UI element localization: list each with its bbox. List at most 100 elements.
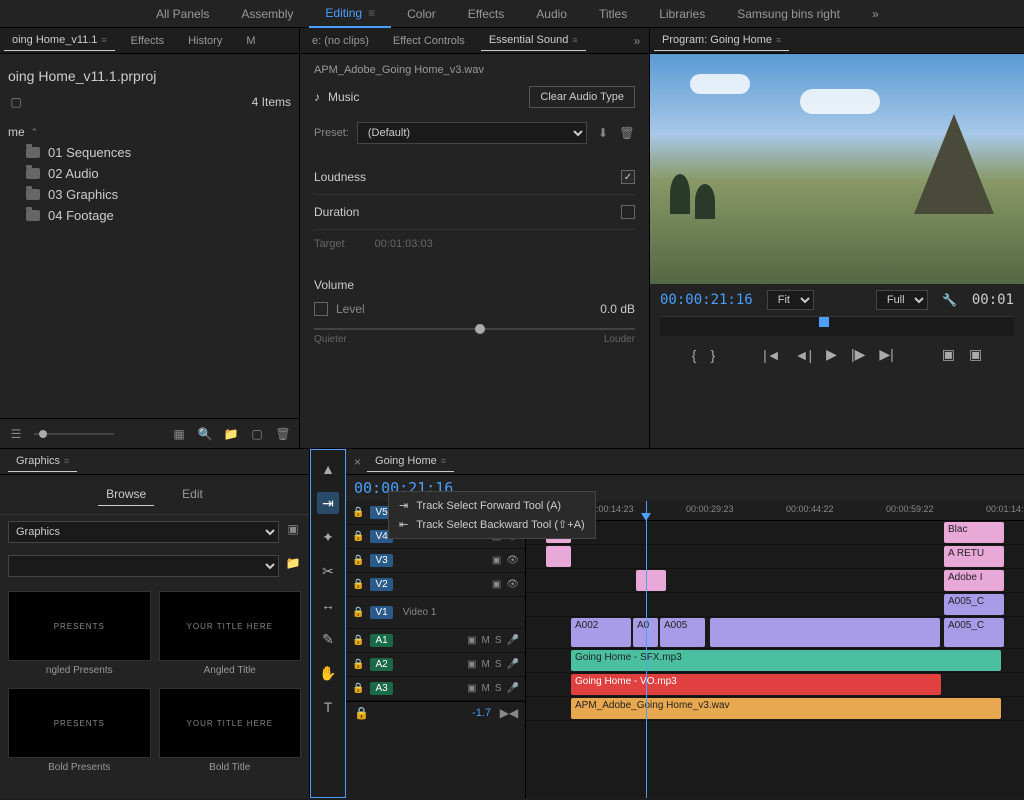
timeline-content[interactable]: 00:00:14:23 00:00:29:23 00:00:44:22 00:0… [526,501,1024,798]
track-a2[interactable]: 🔒A2▣MS🎤 [346,653,525,677]
tab-more[interactable]: M [238,31,263,51]
add-folder-icon[interactable]: 📁 [285,555,301,571]
zoom-fit-select[interactable]: Fit [767,290,814,310]
template-angled-title[interactable]: YOUR TITLE HERE Angled Title [159,591,302,680]
razor-tool[interactable]: ✂ [317,560,339,582]
clip-a1[interactable]: Going Home - SFX.mp3 [571,650,1001,671]
track-select-forward[interactable]: ⇥Track Select Forward Tool (A) [389,496,595,515]
hand-tool[interactable]: ✋ [317,662,339,684]
template-angled-presents[interactable]: PRESENTS ngled Presents [8,591,151,680]
thumbnail-size-slider[interactable] [34,433,114,435]
clip-v1c[interactable]: A005 [660,618,705,647]
graphics-filter-select[interactable]: Graphics [8,521,279,543]
collapse-icon[interactable]: ⌃ [31,127,39,138]
volume-slider[interactable] [314,328,635,330]
toggle-output-icon[interactable]: ▣ [492,555,501,566]
eye-icon[interactable]: 👁 [506,555,519,566]
track-v3[interactable]: 🔒V3▣👁 [346,549,525,573]
lock-icon[interactable]: 🔒 [352,607,364,618]
sync-folder-icon[interactable]: ▣ [285,521,301,537]
go-to-in-icon[interactable]: |◄ [763,347,781,363]
tab-effect-controls[interactable]: Effect Controls [385,31,473,51]
clip-v3a[interactable] [636,570,666,591]
bin-audio[interactable]: 02 Audio [8,163,291,184]
tab-essential-sound[interactable]: Essential Sound≡ [481,30,586,51]
clip-a3[interactable]: APM_Adobe_Going Home_v3.wav [571,698,1001,719]
mic-icon[interactable]: 🎤 [507,635,519,646]
clip-v4b[interactable]: A RETU [944,546,1004,567]
play-icon[interactable]: ▶ [826,346,837,363]
ripple-edit-tool[interactable]: ✦ [317,526,339,548]
track-select-backward[interactable]: ⇤Track Select Backward Tool (⇧+A) [389,515,595,534]
settings-icon[interactable]: 🔧 [942,292,958,308]
tab-sequence[interactable]: Going Home≡ [367,451,454,472]
lock-icon[interactable]: 🔒 [352,555,364,566]
clip-v1a[interactable]: A002 [571,618,631,647]
workspace-libraries[interactable]: Libraries [643,1,721,27]
workspace-editing[interactable]: Editing≡ [309,0,391,28]
program-monitor[interactable] [650,54,1024,284]
track-a3[interactable]: 🔒A3▣MS🎤 [346,677,525,701]
tool-flyout-menu[interactable]: ⇥Track Select Forward Tool (A) ⇤Track Se… [388,491,596,539]
tab-source[interactable]: e: (no clips) [304,31,377,51]
tab-project[interactable]: oing Home_v11.1≡ [4,30,115,51]
clear-audio-type-button[interactable]: Clear Audio Type [529,86,635,108]
track-a1[interactable]: 🔒A1▣MS🎤 [346,629,525,653]
bin-graphics[interactable]: 03 Graphics [8,184,291,205]
lock-icon[interactable]: 🔒 [352,507,364,518]
step-back-icon[interactable]: ◄| [795,347,813,363]
workspace-custom[interactable]: Samsung bins right [721,1,856,27]
preset-delete-icon[interactable]: 🗑 [619,125,635,141]
resolution-select[interactable]: Full [876,290,928,310]
loudness-checkbox[interactable] [621,170,635,184]
tab-essential-graphics[interactable]: Graphics≡ [8,451,77,472]
mic-icon[interactable]: 🎤 [507,683,519,694]
selection-tool[interactable]: ▲ [317,458,339,480]
mark-out-icon[interactable]: } [710,347,715,363]
clip-v2[interactable]: A005_C [944,594,1004,615]
track-v2[interactable]: 🔒V2▣👁 [346,573,525,597]
timeline-zoom-value[interactable]: -1.7 [472,707,491,719]
lock-icon[interactable]: 🔒 [352,635,364,646]
workspace-overflow-icon[interactable]: » [856,1,895,27]
track-select-tool[interactable]: ⇥ [317,492,339,514]
playhead[interactable] [646,501,647,798]
clip-v5b[interactable]: Blac [944,522,1004,543]
toggle-output-icon[interactable]: ▣ [492,579,501,590]
template-bold-presents[interactable]: PRESENTS Bold Presents [8,688,151,777]
tab-history[interactable]: History [180,31,230,51]
duration-section[interactable]: Duration [314,205,359,219]
tab-program[interactable]: Program: Going Home≡ [654,30,789,51]
filter-icon[interactable]: ▢ [8,94,24,110]
level-checkbox[interactable] [314,302,328,316]
new-item-icon[interactable]: ▢ [249,426,265,442]
lift-icon[interactable]: ▣ [942,346,955,363]
timeline-ruler[interactable]: 00:00:14:23 00:00:29:23 00:00:44:22 00:0… [526,501,1024,521]
clip-v4a[interactable] [546,546,571,567]
extract-icon[interactable]: ▣ [969,346,982,363]
tab-effects[interactable]: Effects [123,31,172,51]
freeform-view-icon[interactable]: ▦ [171,426,187,442]
track-v1[interactable]: 🔒V1Video 1 [346,597,525,629]
workspace-audio[interactable]: Audio [520,1,583,27]
loudness-section[interactable]: Loudness [314,170,366,184]
clip-v1d[interactable] [710,618,940,647]
new-bin-icon[interactable]: 📁 [223,426,239,442]
search-icon[interactable]: 🔍 [197,426,213,442]
workspace-color[interactable]: Color [391,1,452,27]
clip-v3b[interactable]: Adobe I [944,570,1004,591]
workspace-all-panels[interactable]: All Panels [140,1,225,27]
lock-icon[interactable]: 🔒 [352,531,364,542]
workspace-titles[interactable]: Titles [583,1,643,27]
subtab-edit[interactable]: Edit [174,483,211,506]
clip-v1e[interactable]: A005_C [944,618,1004,647]
lock-icon[interactable]: 🔒 [352,659,364,670]
template-bold-title[interactable]: YOUR TITLE HERE Bold Title [159,688,302,777]
program-timecode[interactable]: 00:00:21:16 [660,292,753,308]
lock-icon[interactable]: 🔒 [352,579,364,590]
tab-overflow-icon[interactable]: » [629,33,645,49]
preset-save-icon[interactable]: ⬇ [595,125,611,141]
bin-sequences[interactable]: 01 Sequences [8,142,291,163]
graphics-subfilter-select[interactable] [8,555,279,577]
list-view-icon[interactable]: ☰ [8,426,24,442]
